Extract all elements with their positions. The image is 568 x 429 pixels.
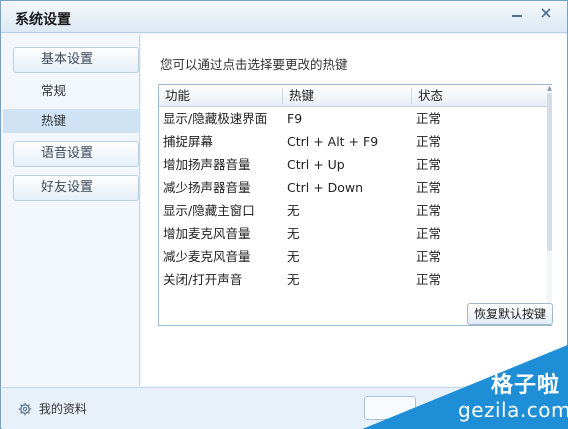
cell-hotkey[interactable]: 无 (287, 268, 300, 291)
sidebar-category-label: 语音设置 (41, 146, 94, 161)
cell-hotkey[interactable]: 无 (287, 245, 300, 268)
watermark-brand: 格子啦 (491, 373, 561, 398)
cell-function: 增加扬声器音量 (163, 157, 251, 172)
cell-status: 正常 (416, 134, 442, 149)
close-button[interactable] (532, 3, 560, 23)
hotkeys-panel: 您可以通过点击选择要更改的热键 功能 热键 状态 显示/隐藏极速界面 F9 正常… (141, 34, 567, 386)
sidebar-item-hotkeys[interactable]: 热键 (3, 109, 140, 133)
cell-function: 减少麦克风音量 (163, 249, 251, 264)
table-row[interactable]: 减少扬声器音量 Ctrl + Down 正常 (159, 176, 547, 199)
table-scrollbar[interactable]: ▲ ▼ (547, 85, 552, 325)
table-row[interactable]: 显示/隐藏极速界面 F9 正常 (159, 107, 547, 130)
table-row[interactable]: 增加麦克风音量 无 正常 (159, 222, 547, 245)
sidebar-item-label: 热键 (41, 113, 67, 128)
cell-hotkey[interactable]: 无 (287, 222, 300, 245)
cell-function: 显示/隐藏极速界面 (163, 111, 268, 126)
sidebar-item-label: 常规 (41, 83, 67, 98)
cell-status: 正常 (416, 249, 442, 264)
column-header-function[interactable]: 功能 (159, 85, 190, 107)
column-header-hotkey[interactable]: 热键 (283, 85, 314, 107)
table-row[interactable]: 显示/隐藏主窗口 无 正常 (159, 199, 547, 222)
my-profile-link[interactable]: 我的资料 (18, 400, 87, 417)
cell-status: 正常 (416, 226, 442, 241)
restore-defaults-button[interactable]: 恢复默认按键 (467, 303, 553, 325)
hotkey-table: 功能 热键 状态 显示/隐藏极速界面 F9 正常 捕捉屏幕 Ctrl + Alt… (158, 84, 552, 326)
cell-status: 正常 (416, 272, 442, 287)
my-profile-label: 我的资料 (38, 402, 87, 416)
cell-status: 正常 (416, 111, 442, 126)
settings-sidebar: 基本设置 常规 热键 语音设置 好友设置 (2, 34, 140, 386)
cell-hotkey[interactable]: 无 (287, 199, 300, 222)
cell-hotkey[interactable]: Ctrl + Up (287, 153, 345, 176)
cell-status: 正常 (416, 157, 442, 172)
table-row[interactable]: 增加扬声器音量 Ctrl + Up 正常 (159, 153, 547, 176)
scrollbar-thumb[interactable] (547, 93, 552, 251)
cell-status: 正常 (416, 180, 442, 195)
scroll-up-icon[interactable]: ▲ (547, 85, 552, 92)
table-row[interactable]: 减少麦克风音量 无 正常 (159, 245, 547, 268)
instruction-text: 您可以通过点击选择要更改的热键 (160, 57, 348, 72)
sidebar-item-general[interactable]: 常规 (3, 79, 140, 103)
cell-function: 减少扬声器音量 (163, 180, 251, 195)
sidebar-category-label: 基本设置 (41, 52, 94, 67)
cell-hotkey[interactable]: F9 (287, 107, 302, 130)
column-header-status[interactable]: 状态 (412, 85, 443, 107)
close-icon (541, 8, 551, 18)
cell-hotkey[interactable]: Ctrl + Alt + F9 (287, 130, 378, 153)
cell-function: 捕捉屏幕 (163, 134, 214, 149)
window-title: 系统设置 (15, 12, 71, 28)
sidebar-category-basic[interactable]: 基本设置 (13, 47, 139, 73)
cell-function: 增加麦克风音量 (163, 226, 251, 241)
table-header: 功能 热键 状态 (159, 85, 547, 107)
sidebar-category-label: 好友设置 (41, 180, 94, 195)
title-bar: 系统设置 (1, 1, 567, 33)
table-body: 显示/隐藏极速界面 F9 正常 捕捉屏幕 Ctrl + Alt + F9 正常 … (159, 107, 547, 291)
watermark-url: gezila.com (458, 398, 568, 422)
minimize-icon (512, 15, 522, 17)
table-row[interactable]: 捕捉屏幕 Ctrl + Alt + F9 正常 (159, 130, 547, 153)
table-row[interactable]: 关闭/打开声音 无 正常 (159, 268, 547, 291)
cell-function: 显示/隐藏主窗口 (163, 203, 255, 218)
gear-icon (18, 402, 32, 416)
cell-status: 正常 (416, 203, 442, 218)
sidebar-category-friends[interactable]: 好友设置 (13, 175, 139, 201)
cell-function: 关闭/打开声音 (163, 272, 243, 287)
sidebar-category-voice[interactable]: 语音设置 (13, 141, 139, 167)
minimize-button[interactable] (503, 3, 531, 23)
cell-hotkey[interactable]: Ctrl + Down (287, 176, 363, 199)
